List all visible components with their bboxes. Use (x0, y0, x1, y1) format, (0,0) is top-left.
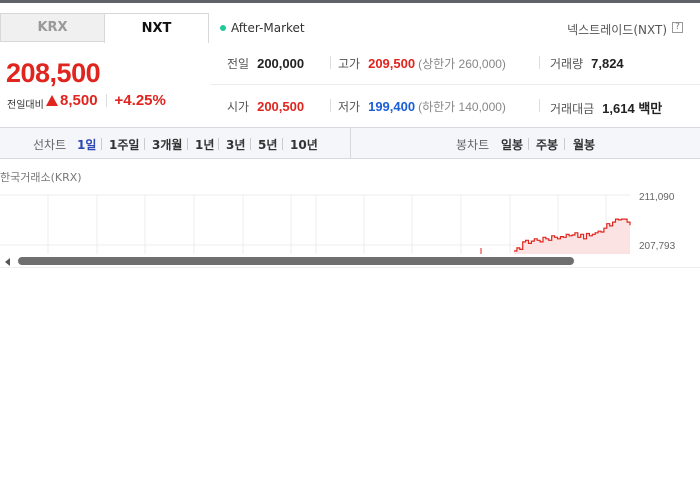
divider (101, 138, 102, 150)
divider (330, 56, 331, 69)
stat-value: 199,400 (368, 99, 416, 114)
divider (187, 138, 188, 150)
divider (210, 84, 700, 85)
change-percent: +4.25% (114, 92, 166, 109)
stat-label: 거래량 (550, 57, 584, 71)
divider (105, 94, 107, 107)
session-label: After-Market (231, 21, 305, 35)
y-tick-label: 207,793 (639, 241, 676, 252)
period-3m[interactable]: 3개월 (152, 136, 182, 153)
help-icon[interactable]: ? (672, 22, 683, 33)
period-1w[interactable]: 1주일 (109, 136, 139, 153)
price-chart: 211,090 207,793 (0, 192, 676, 254)
candle-daily[interactable]: 일봉 (501, 136, 523, 153)
current-price: 208,500 (6, 58, 101, 88)
up-triangle-icon (46, 95, 58, 106)
stat-amount: 거래대금 1,614 백만 (550, 98, 662, 117)
divider (539, 99, 540, 112)
divider (539, 56, 540, 69)
market-title: 넥스트레이드(NXT) (567, 23, 667, 37)
candle-chart-label: 봉차트 (456, 138, 490, 152)
y-tick-label: 211,090 (639, 192, 675, 203)
stat-value: 7,824 (591, 56, 624, 71)
stat-volume: 거래량 7,824 (550, 55, 624, 72)
period-10y[interactable]: 10년 (290, 136, 318, 153)
period-3y[interactable]: 3년 (226, 136, 245, 153)
stat-value: 200,500 (257, 99, 305, 114)
stat-label: 전일 (227, 57, 250, 71)
divider (218, 138, 219, 150)
candle-monthly[interactable]: 월봉 (573, 136, 595, 153)
stat-low: 저가 199,400 (하한가 140,000) (338, 98, 506, 115)
divider (282, 138, 283, 150)
scrollbar-thumb[interactable] (18, 257, 574, 265)
candle-weekly[interactable]: 주봉 (536, 136, 558, 153)
stat-open: 시가 200,500 (227, 98, 304, 115)
divider (330, 99, 331, 112)
period-1y[interactable]: 1년 (195, 136, 214, 153)
stat-value: 200,000 (257, 56, 305, 71)
status-dot-icon (220, 25, 226, 31)
stat-label: 시가 (227, 100, 250, 114)
line-chart-label: 선차트 (33, 138, 67, 152)
stat-value: 1,614 백만 (602, 101, 663, 116)
stat-label: 고가 (338, 57, 361, 71)
stat-prev-close: 전일 200,000 (227, 55, 304, 72)
tab-krx[interactable]: KRX (0, 13, 105, 42)
scroll-left-arrow-icon[interactable] (5, 258, 10, 266)
lower-limit: (하한가 140,000) (418, 100, 506, 114)
session-status: After-Market (220, 21, 305, 35)
period-1d[interactable]: 1일 (77, 136, 96, 153)
stat-high: 고가 209,500 (상한가 260,000) (338, 55, 506, 72)
divider (528, 138, 529, 150)
divider (250, 138, 251, 150)
top-border (0, 0, 700, 3)
change-row: 8,500 +4.25% (46, 92, 166, 109)
divider (564, 138, 565, 150)
divider (350, 128, 351, 158)
tab-nxt[interactable]: NXT (104, 13, 209, 43)
divider (144, 138, 145, 150)
chart-source-label: 한국거래소(KRX) (0, 171, 82, 184)
change-label: 전일대비 (7, 100, 44, 111)
stat-label: 거래대금 (550, 102, 595, 116)
upper-limit: (상한가 260,000) (418, 57, 506, 71)
stat-label: 저가 (338, 100, 361, 114)
period-5y[interactable]: 5년 (258, 136, 277, 153)
change-value: 8,500 (60, 92, 98, 109)
stat-value: 209,500 (368, 56, 416, 71)
chart-toolbar: 선차트 1일 1주일 3개월 1년 3년 5년 10년 봉차트 일봉 주봉 월봉 (0, 127, 700, 159)
